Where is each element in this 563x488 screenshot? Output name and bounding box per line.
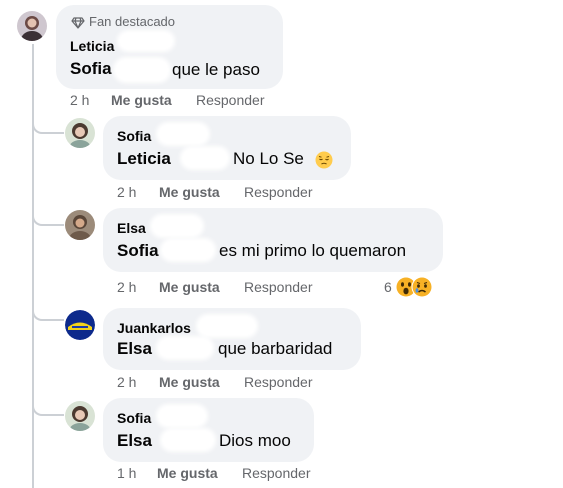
redacted-name — [159, 125, 207, 143]
reply-bubble: Sofia Leticia No Lo Se — [103, 116, 351, 180]
pensive-face-emoji — [315, 151, 333, 169]
reply-time[interactable]: 2 h — [117, 374, 136, 390]
reply-author[interactable]: Elsa — [117, 220, 146, 236]
comment-text: que le paso — [172, 60, 260, 79]
reaction-summary[interactable]: 6 — [384, 275, 433, 299]
reply-time[interactable]: 2 h — [117, 279, 136, 295]
comment-time[interactable]: 2 h — [70, 92, 89, 108]
reply-text: que barbaridad — [218, 339, 333, 358]
mention-tag[interactable]: Sofia — [117, 241, 159, 261]
redacted-name — [163, 431, 213, 449]
reply-author[interactable]: Juankarlos — [117, 320, 191, 336]
diamond-icon — [71, 14, 85, 29]
reply-time[interactable]: 1 h — [117, 465, 136, 481]
mention-tag[interactable]: Leticia — [117, 149, 171, 169]
fan-badge: Fan destacado — [71, 14, 175, 29]
avatar[interactable] — [65, 118, 95, 148]
redacted-name — [159, 339, 211, 357]
reply-actions: 2 h Me gusta Responder — [117, 279, 337, 297]
reaction-count: 6 — [384, 279, 392, 295]
reply-bubble: Elsa Sofia es mi primo lo quemaron — [103, 208, 443, 272]
like-button[interactable]: Me gusta — [159, 279, 220, 295]
comment-actions: 2 h Me gusta Responder — [70, 92, 290, 110]
comment-author[interactable]: Leticia — [70, 38, 114, 54]
reply-connector — [32, 299, 64, 321]
reply-actions: 1 h Me gusta Responder — [117, 465, 337, 483]
reply-button[interactable]: Responder — [244, 374, 313, 390]
redacted-name — [199, 317, 255, 335]
badge-label: Fan destacado — [89, 14, 176, 29]
comment-bubble: Fan destacado Leticia Sofia que le paso — [56, 5, 283, 89]
reply-author[interactable]: Sofia — [117, 128, 151, 144]
reply-text: es mi primo lo quemaron — [219, 241, 407, 260]
reply-button[interactable]: Responder — [244, 279, 313, 295]
reply-time[interactable]: 2 h — [117, 184, 136, 200]
like-button[interactable]: Me gusta — [159, 184, 220, 200]
redacted-name — [159, 407, 205, 425]
redacted-name — [183, 149, 227, 167]
redacted-name — [120, 33, 172, 49]
mention-tag[interactable]: Elsa — [117, 431, 152, 451]
avatar[interactable] — [17, 11, 47, 41]
like-button[interactable]: Me gusta — [157, 465, 218, 481]
thread-line — [32, 44, 34, 488]
reply-author[interactable]: Sofia — [117, 410, 151, 426]
mention-tag[interactable]: Elsa — [117, 339, 152, 359]
reply-bubble: Juankarlos Elsa que barbaridad — [103, 308, 361, 370]
reply-text: No Lo Se — [233, 149, 304, 168]
like-button[interactable]: Me gusta — [111, 92, 172, 108]
avatar[interactable] — [65, 310, 95, 340]
reply-connector — [32, 394, 64, 416]
like-button[interactable]: Me gusta — [159, 374, 220, 390]
reply-button[interactable]: Responder — [196, 92, 265, 108]
reply-connector — [32, 112, 64, 134]
reply-bubble: Sofia Elsa Dios moo — [103, 398, 314, 462]
redacted-name — [116, 60, 168, 80]
reply-actions: 2 h Me gusta Responder — [117, 374, 337, 392]
reply-text: Dios moo — [219, 431, 291, 450]
redacted-name — [163, 241, 213, 259]
reply-actions: 2 h Me gusta Responder — [117, 184, 337, 202]
mention-tag[interactable]: Sofia — [70, 59, 112, 79]
avatar[interactable] — [65, 401, 95, 431]
reply-button[interactable]: Responder — [242, 465, 311, 481]
reply-button[interactable]: Responder — [244, 184, 313, 200]
redacted-name — [153, 217, 201, 235]
avatar[interactable] — [65, 210, 95, 240]
sad-reaction-icon — [411, 276, 433, 298]
reply-connector — [32, 204, 64, 226]
